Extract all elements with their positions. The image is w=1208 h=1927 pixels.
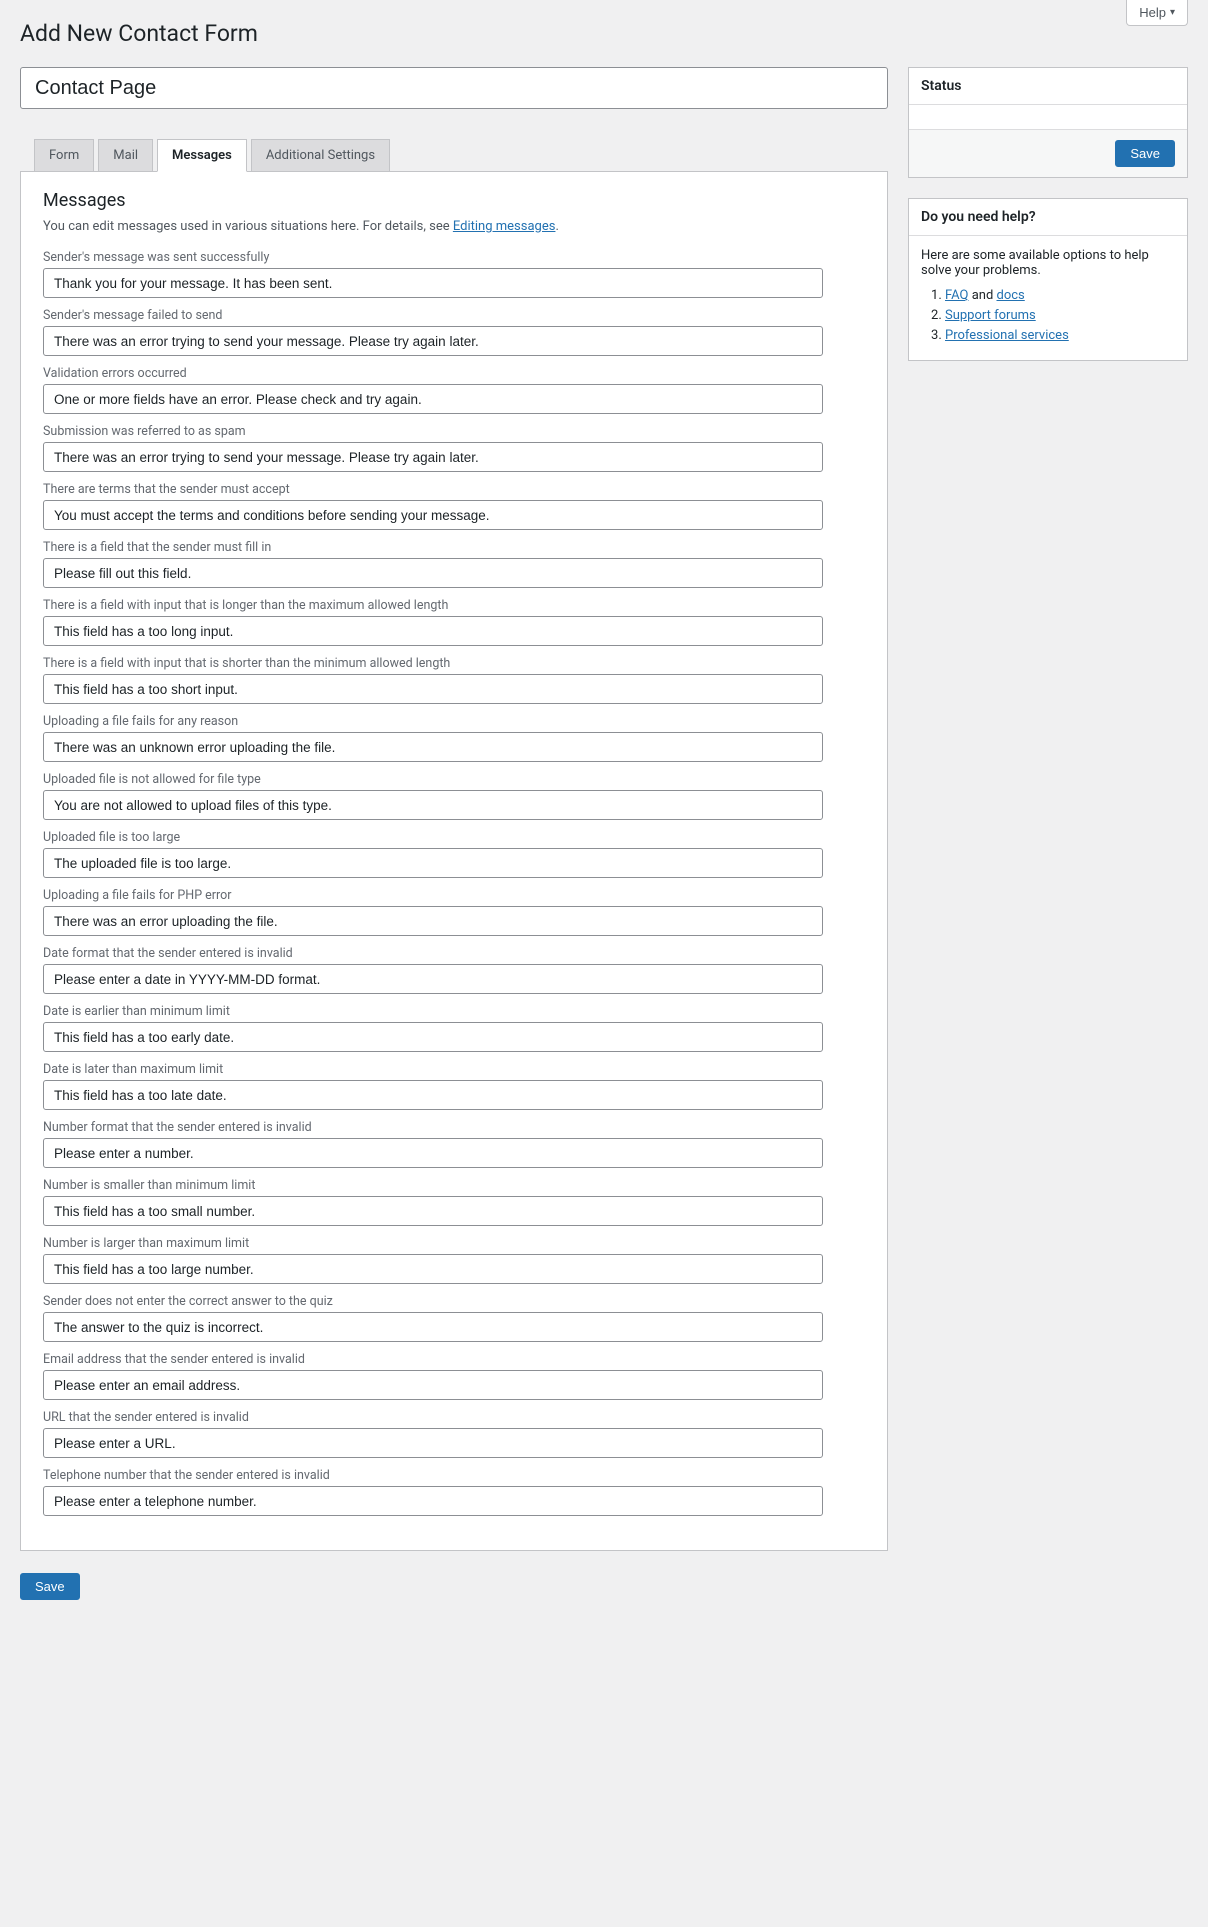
- message-label: Uploading a file fails for any reason: [43, 714, 865, 729]
- message-input[interactable]: [43, 1428, 823, 1458]
- message-input[interactable]: [43, 268, 823, 298]
- help-label: Help: [1139, 5, 1166, 20]
- message-input[interactable]: [43, 1370, 823, 1400]
- message-input[interactable]: [43, 674, 823, 704]
- message-row: Email address that the sender entered is…: [43, 1352, 865, 1400]
- message-label: Date is later than maximum limit: [43, 1062, 865, 1077]
- message-row: Validation errors occurred: [43, 366, 865, 414]
- desc-suffix: .: [555, 219, 558, 234]
- help-list-item: Professional services: [945, 328, 1175, 343]
- message-label: Date format that the sender entered is i…: [43, 946, 865, 961]
- message-row: Submission was referred to as spam: [43, 424, 865, 472]
- tab-form[interactable]: Form: [34, 139, 94, 171]
- message-label: Validation errors occurred: [43, 366, 865, 381]
- message-label: Uploaded file is not allowed for file ty…: [43, 772, 865, 787]
- help-link[interactable]: FAQ: [945, 288, 968, 303]
- tab-mail[interactable]: Mail: [98, 139, 153, 171]
- messages-panel: Messages You can edit messages used in v…: [20, 171, 888, 1551]
- message-label: There is a field that the sender must fi…: [43, 540, 865, 555]
- message-row: Number format that the sender entered is…: [43, 1120, 865, 1168]
- message-row: Uploading a file fails for any reason: [43, 714, 865, 762]
- message-input[interactable]: [43, 848, 823, 878]
- message-row: Sender's message failed to send: [43, 308, 865, 356]
- message-label: Sender's message was sent successfully: [43, 250, 865, 265]
- save-button-bottom[interactable]: Save: [20, 1573, 80, 1600]
- chevron-down-icon: ▾: [1170, 8, 1175, 18]
- tab-bar: Form Mail Messages Additional Settings: [20, 139, 888, 171]
- page-title: Add New Contact Form: [20, 20, 1188, 47]
- message-label: Number is larger than maximum limit: [43, 1236, 865, 1251]
- messages-description: You can edit messages used in various si…: [43, 219, 865, 234]
- message-row: Uploaded file is too large: [43, 830, 865, 878]
- message-input[interactable]: [43, 790, 823, 820]
- message-input[interactable]: [43, 964, 823, 994]
- help-link[interactable]: Professional services: [945, 328, 1069, 343]
- message-row: Date is later than maximum limit: [43, 1062, 865, 1110]
- message-label: There is a field with input that is long…: [43, 598, 865, 613]
- message-label: Sender's message failed to send: [43, 308, 865, 323]
- message-input[interactable]: [43, 1022, 823, 1052]
- message-input[interactable]: [43, 558, 823, 588]
- editing-messages-link[interactable]: Editing messages: [453, 219, 556, 234]
- message-label: There is a field with input that is shor…: [43, 656, 865, 671]
- message-label: Email address that the sender entered is…: [43, 1352, 865, 1367]
- message-row: Date is earlier than minimum limit: [43, 1004, 865, 1052]
- message-input[interactable]: [43, 1312, 823, 1342]
- message-row: Uploading a file fails for PHP error: [43, 888, 865, 936]
- help-link[interactable]: docs: [997, 288, 1025, 303]
- message-input[interactable]: [43, 1486, 823, 1516]
- help-box: Do you need help? Here are some availabl…: [908, 198, 1188, 361]
- message-input[interactable]: [43, 1080, 823, 1110]
- status-box: Status Save: [908, 67, 1188, 178]
- message-row: Sender's message was sent successfully: [43, 250, 865, 298]
- tab-additional-settings[interactable]: Additional Settings: [251, 139, 390, 171]
- message-input[interactable]: [43, 616, 823, 646]
- message-row: Number is smaller than minimum limit: [43, 1178, 865, 1226]
- message-row: There are terms that the sender must acc…: [43, 482, 865, 530]
- tab-messages[interactable]: Messages: [157, 139, 247, 172]
- message-input[interactable]: [43, 1254, 823, 1284]
- message-input[interactable]: [43, 442, 823, 472]
- help-list-item: FAQ and docs: [945, 288, 1175, 303]
- message-label: Uploading a file fails for PHP error: [43, 888, 865, 903]
- help-toggle[interactable]: Help ▾: [1126, 0, 1188, 26]
- form-title-input[interactable]: [20, 67, 888, 109]
- message-row: There is a field that the sender must fi…: [43, 540, 865, 588]
- message-input[interactable]: [43, 732, 823, 762]
- message-input[interactable]: [43, 1138, 823, 1168]
- desc-text: You can edit messages used in various si…: [43, 219, 453, 234]
- help-link[interactable]: Support forums: [945, 308, 1036, 323]
- messages-heading: Messages: [43, 190, 865, 211]
- message-input[interactable]: [43, 1196, 823, 1226]
- save-button-side[interactable]: Save: [1115, 140, 1175, 167]
- message-input[interactable]: [43, 326, 823, 356]
- message-row: URL that the sender entered is invalid: [43, 1410, 865, 1458]
- message-row: Date format that the sender entered is i…: [43, 946, 865, 994]
- message-row: Telephone number that the sender entered…: [43, 1468, 865, 1516]
- message-label: Number is smaller than minimum limit: [43, 1178, 865, 1193]
- message-input[interactable]: [43, 384, 823, 414]
- message-input[interactable]: [43, 500, 823, 530]
- message-input[interactable]: [43, 906, 823, 936]
- message-label: URL that the sender entered is invalid: [43, 1410, 865, 1425]
- message-label: Uploaded file is too large: [43, 830, 865, 845]
- message-label: Submission was referred to as spam: [43, 424, 865, 439]
- message-row: Sender does not enter the correct answer…: [43, 1294, 865, 1342]
- help-intro: Here are some available options to help …: [921, 248, 1175, 278]
- message-label: Date is earlier than minimum limit: [43, 1004, 865, 1019]
- status-title: Status: [909, 68, 1187, 105]
- message-row: Uploaded file is not allowed for file ty…: [43, 772, 865, 820]
- message-label: Telephone number that the sender entered…: [43, 1468, 865, 1483]
- message-row: There is a field with input that is shor…: [43, 656, 865, 704]
- message-row: Number is larger than maximum limit: [43, 1236, 865, 1284]
- message-label: Sender does not enter the correct answer…: [43, 1294, 865, 1309]
- message-label: There are terms that the sender must acc…: [43, 482, 865, 497]
- message-label: Number format that the sender entered is…: [43, 1120, 865, 1135]
- help-list-item: Support forums: [945, 308, 1175, 323]
- message-row: There is a field with input that is long…: [43, 598, 865, 646]
- help-title: Do you need help?: [909, 199, 1187, 236]
